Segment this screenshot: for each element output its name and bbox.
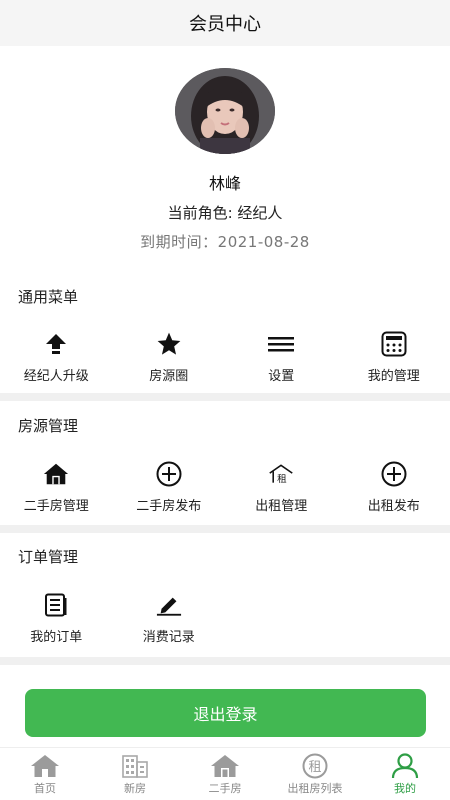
page-title: 会员中心 [189, 14, 261, 35]
upgrade-arrow-icon [43, 331, 69, 357]
tab-new-house[interactable]: 新房 [90, 748, 180, 800]
top-bar: 会员中心 [0, 0, 450, 46]
expire-text: 到期时间：2021-08-28 [140, 231, 310, 252]
order-management-section: 订单管理 我的订单 消费记录 [0, 533, 450, 657]
svg-text:租: 租 [277, 472, 287, 484]
expire-date: 2021-08-28 [217, 233, 310, 251]
calculator-icon [381, 331, 407, 357]
section-title-general: 通用菜单 [18, 287, 79, 306]
secondhand-management-label: 二手房管理 [23, 498, 89, 514]
rent-publish-button[interactable]: 出租发布 [338, 449, 450, 525]
spending-records-button[interactable]: 消费记录 [113, 579, 226, 657]
listing-management-section: 房源管理 二手房管理 二手房发布 租 出租管理 出租发布 [0, 401, 450, 525]
divider [0, 393, 450, 401]
tab-new-house-label: 新房 [124, 781, 146, 795]
tab-home-label: 首页 [34, 781, 56, 795]
section-title-orders: 订单管理 [18, 547, 79, 566]
agent-upgrade-label: 经纪人升级 [23, 368, 89, 384]
listing-circle-button[interactable]: 房源圈 [113, 324, 226, 390]
section-title-listing: 房源管理 [18, 416, 79, 435]
plus-circle-icon [156, 461, 182, 487]
tab-mine-label: 我的 [394, 781, 416, 795]
home-icon [30, 753, 60, 779]
my-orders-label: 我的订单 [30, 629, 83, 645]
settings-button[interactable]: 设置 [225, 324, 338, 390]
divider [0, 525, 450, 533]
plus-circle-icon [381, 461, 407, 487]
rent-house-icon: 租 [268, 461, 294, 487]
bottom-tab-bar: 首页 新房 二手房 租 出租房列表 我的 [0, 747, 450, 800]
logout-area: 退出登录 [0, 665, 450, 755]
house-icon [43, 461, 69, 487]
my-orders-button[interactable]: 我的订单 [0, 579, 113, 657]
rent-publish-label: 出租发布 [367, 498, 420, 514]
agent-upgrade-button[interactable]: 经纪人升级 [0, 324, 113, 390]
tab-secondhand[interactable]: 二手房 [180, 748, 270, 800]
building-icon [120, 753, 150, 779]
secondhand-publish-label: 二手房发布 [136, 498, 202, 514]
tab-rent-list[interactable]: 租 出租房列表 [270, 748, 360, 800]
rent-circle-icon: 租 [300, 753, 330, 779]
house-icon [210, 753, 240, 779]
divider [0, 657, 450, 665]
general-menu-section: 通用菜单 经纪人升级 房源圈 设置 我的管理 [0, 266, 450, 393]
rent-management-label: 出租管理 [255, 498, 308, 514]
spending-records-label: 消费记录 [142, 629, 195, 645]
rent-management-button[interactable]: 租 出租管理 [225, 449, 338, 525]
tab-rent-list-label: 出租房列表 [287, 781, 343, 795]
secondhand-publish-button[interactable]: 二手房发布 [113, 449, 226, 525]
listing-circle-label: 房源圈 [149, 368, 189, 384]
edit-icon [156, 592, 182, 618]
document-icon [43, 592, 69, 618]
my-management-label: 我的管理 [367, 368, 420, 384]
tab-secondhand-label: 二手房 [208, 781, 242, 795]
user-icon [390, 752, 420, 779]
secondhand-management-button[interactable]: 二手房管理 [0, 449, 113, 525]
menu-lines-icon [268, 331, 295, 357]
role-text: 当前角色: 经纪人 [167, 204, 283, 222]
logout-button[interactable]: 退出登录 [25, 689, 426, 737]
star-icon [156, 331, 182, 357]
svg-text:租: 租 [308, 760, 321, 775]
tab-home[interactable]: 首页 [0, 748, 90, 800]
settings-label: 设置 [268, 368, 295, 384]
expire-label: 到期时间： [140, 233, 218, 251]
tab-mine[interactable]: 我的 [360, 748, 450, 800]
avatar[interactable] [175, 68, 275, 154]
my-management-button[interactable]: 我的管理 [338, 324, 450, 390]
profile-card: 林峰 当前角色: 经纪人 到期时间：2021-08-28 [0, 46, 450, 266]
user-name: 林峰 [208, 174, 241, 193]
